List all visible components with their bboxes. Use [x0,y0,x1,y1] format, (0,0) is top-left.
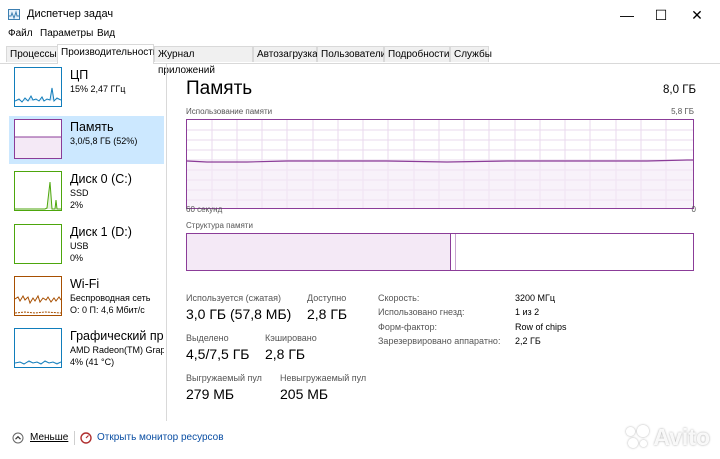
sidebar-item-disk0[interactable]: Диск 0 (C:) SSD 2% [9,168,164,216]
sidebar-item-memory[interactable]: Память 3,0/5,8 ГБ (52%) [9,116,164,164]
paged-pool-value: 279 МБ [186,386,235,402]
memory-thumbnail [14,119,62,159]
disk1-thumbnail [14,224,62,264]
speed-value: 3200 МГц [515,293,556,303]
form-factor-label: Форм-фактор: [378,322,438,332]
memory-usage-graph [186,119,694,209]
cached-value: 2,8 ГБ [265,346,306,362]
chevron-up-icon [12,432,24,444]
sidebar-item-label: Графический процессор [70,329,164,343]
tab-processes[interactable]: Процессы [6,46,58,62]
memory-detail-panel: Память 8,0 ГБ Использование памяти 5,8 Г… [166,64,720,421]
menu-file[interactable]: Файл [8,28,33,39]
memory-modified-segment [451,234,456,270]
menu-view[interactable]: Вид [97,28,115,39]
form-factor-value: Row of chips [515,322,567,332]
slots-label: Использовано гнезд: [378,307,465,317]
gpu-thumbnail [14,328,62,368]
resource-monitor-icon [80,432,92,444]
sidebar-item-detail: 0% [70,253,84,263]
window-title: Диспетчер задач [27,8,114,20]
available-value: 2,8 ГБ [307,306,348,322]
available-label: Доступно [307,293,347,303]
sidebar-item-detail: SSD [70,188,89,198]
memory-structure-bar [186,233,694,271]
sidebar-item-label: Диск 0 (C:) [70,172,132,186]
avito-text: Avito [653,424,710,450]
footer-bar: Меньше Открыть монитор ресурсов [0,421,720,459]
structure-label: Структура памяти [186,221,253,230]
memory-in-use-segment [187,234,451,270]
reserved-value: 2,2 ГБ [515,336,541,346]
menu-options[interactable]: Параметры [40,28,93,39]
tab-details[interactable]: Подробности [384,46,450,62]
reserved-label: Зарезервировано аппаратно: [378,336,501,346]
avito-logo-icon [624,425,650,449]
speed-label: Скорость: [378,293,420,303]
sidebar-item-label: Память [70,120,114,134]
usage-graph-label: Использование памяти [186,107,273,116]
sidebar-item-wifi[interactable]: Wi-Fi Беспроводная сеть О: 0 П: 4,6 Мбит… [9,273,164,321]
tab-app-history[interactable]: Журнал приложений [154,46,253,76]
sidebar-item-detail: 3,0/5,8 ГБ (52%) [70,136,138,146]
sidebar-item-label: Wi-Fi [70,277,100,291]
nonpaged-pool-label: Невыгружаемый пул [280,373,367,383]
task-manager-icon [8,9,20,20]
page-title: Память [186,78,253,99]
sidebar-item-label: Диск 1 (D:) [70,225,132,239]
memory-usage-area [187,160,693,208]
usage-graph-max: 5,8 ГБ [671,107,694,116]
sidebar-item-detail: AMD Radeon(TM) Graphics [70,345,164,355]
avito-watermark: Avito [624,424,710,451]
sidebar-item-cpu[interactable]: ЦП 15% 2,47 ГГц [9,64,164,112]
sidebar-item-detail: О: 0 П: 4,6 Мбит/с [70,305,145,315]
tab-users[interactable]: Пользователи [317,46,386,62]
sidebar-item-disk1[interactable]: Диск 1 (D:) USB 0% [9,221,164,269]
paged-pool-label: Выгружаемый пул [186,373,262,383]
sidebar-item-detail: 2% [70,200,84,210]
time-axis-start: 60 секунд [186,205,223,214]
tab-services[interactable]: Службы [450,46,492,62]
disk0-thumbnail [14,171,62,211]
tab-startup[interactable]: Автозагрузка [253,46,318,62]
memory-total: 8,0 ГБ [663,84,696,96]
committed-value: 4,5/7,5 ГБ [186,346,250,362]
tab-bar: Процессы Производительность Журнал прило… [0,44,720,76]
sidebar-item-label: ЦП [70,68,89,82]
close-button[interactable]: ✕ [674,0,720,30]
sidebar-item-detail: 4% (41 °C) [70,357,115,367]
sidebar-item-detail: 15% 2,47 ГГц [70,84,126,94]
sidebar-item-detail: Беспроводная сеть [70,293,151,303]
resource-monitor-label: Открыть монитор ресурсов [97,432,224,443]
footer-divider [74,431,75,445]
time-axis-end: 0 [691,205,696,214]
wifi-thumbnail [14,276,62,316]
nonpaged-pool-value: 205 МБ [280,386,329,402]
title-bar: Диспетчер задач — ☐ ✕ [0,0,720,30]
cpu-thumbnail [14,67,62,107]
sidebar-item-gpu[interactable]: Графический процессор AMD Radeon(TM) Gra… [9,325,164,373]
in-use-label: Используется (сжатая) [186,293,281,303]
tab-performance[interactable]: Производительность [57,44,158,64]
slots-value: 1 из 2 [515,307,540,317]
sidebar-item-detail: USB [70,241,89,251]
menu-bar: Файл Параметры Вид [0,28,720,44]
in-use-value: 3,0 ГБ (57,8 МБ) [186,306,292,322]
committed-label: Выделено [186,333,229,343]
fewer-details-label: Меньше [30,432,69,443]
cached-label: Кэшировано [265,333,317,343]
resource-sidebar: ЦП 15% 2,47 ГГц Память 3,0/5,8 ГБ (52%) … [0,64,167,421]
